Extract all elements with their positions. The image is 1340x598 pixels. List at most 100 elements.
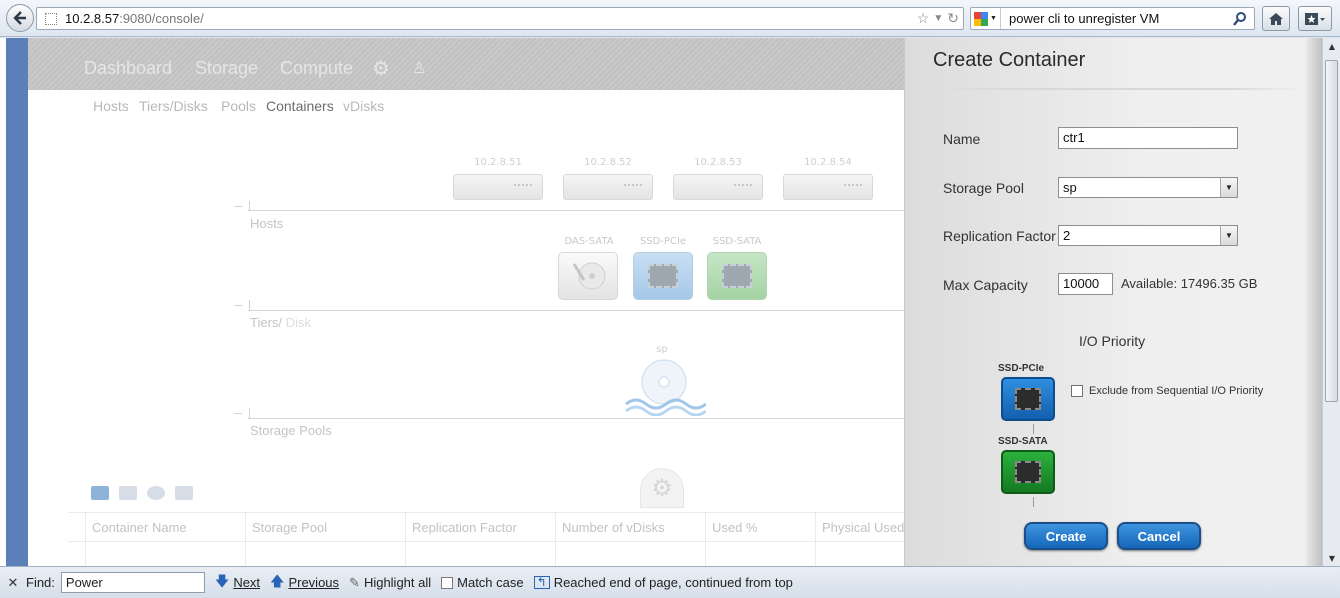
column-replication-factor[interactable]: Replication Factor xyxy=(405,513,555,566)
exclude-checkbox[interactable] xyxy=(1071,385,1083,397)
host-ip-label: 10.2.8.52 xyxy=(584,157,632,168)
io-priority-title: I/O Priority xyxy=(1079,333,1146,349)
subnav-pools[interactable]: Pools xyxy=(221,98,256,114)
back-button[interactable] xyxy=(6,4,34,32)
tiers-prefix: Tiers/ xyxy=(250,315,283,330)
dialog-shadow-edge xyxy=(1306,38,1322,566)
scroll-down-icon[interactable]: ▼ xyxy=(1323,550,1340,566)
tier-ssd-pcie-label: SSD-PCIe xyxy=(998,363,1045,374)
url-bar[interactable]: 10.2.8.57:9080/console/ ☆ ▼ ↻ xyxy=(36,7,964,30)
section-tick xyxy=(234,413,242,414)
browser-toolbar: 10.2.8.57:9080/console/ ☆ ▼ ↻ ▼ power cl… xyxy=(0,0,1340,37)
server-icon[interactable] xyxy=(563,174,653,200)
host-ip-label: 10.2.8.53 xyxy=(694,157,742,168)
grid-view-icon[interactable] xyxy=(91,486,109,500)
find-previous-button[interactable]: 🡅 Previous xyxy=(270,571,339,595)
storage-pool-select[interactable]: sp ▼ xyxy=(1058,177,1238,198)
highlighter-icon: ✎ xyxy=(349,574,360,590)
column-container-name[interactable]: Container Name xyxy=(85,513,245,566)
cancel-button[interactable]: Cancel xyxy=(1117,522,1201,550)
ssd-sata-icon[interactable] xyxy=(1001,450,1055,494)
settings-gear-icon[interactable]: ⚙ xyxy=(372,56,390,81)
dropdown-icon[interactable]: ▼ xyxy=(933,10,943,28)
search-bar[interactable]: ▼ power cli to unregister VM xyxy=(970,7,1255,30)
match-case-checkbox[interactable] xyxy=(441,576,454,589)
scroll-thumb[interactable] xyxy=(1325,60,1338,402)
pie-view-icon[interactable] xyxy=(147,486,165,500)
scroll-up-icon[interactable]: ▲ xyxy=(1323,38,1340,54)
arrow-up-icon: 🡅 xyxy=(270,572,285,589)
tier-ssd-sata-label: SSD-SATA xyxy=(998,436,1048,447)
section-divider xyxy=(248,210,904,211)
chevron-down-icon[interactable]: ▼ xyxy=(1220,226,1237,245)
replication-factor-label: Replication Factor xyxy=(943,228,1056,244)
section-tick xyxy=(249,300,250,310)
server-icon[interactable] xyxy=(453,174,543,200)
chevron-down-icon[interactable]: ▼ xyxy=(1220,178,1237,197)
reload-icon[interactable]: ↻ xyxy=(947,10,959,28)
containers-table-header: Container Name Storage Pool Replication … xyxy=(68,512,904,566)
storage-pool-value: sp xyxy=(1063,180,1077,195)
find-input[interactable]: Power xyxy=(60,572,205,593)
bookmark-star-icon[interactable]: ☆ xyxy=(917,10,930,28)
search-input[interactable]: power cli to unregister VM xyxy=(1009,11,1232,26)
name-label: Name xyxy=(943,131,981,147)
pool-name-label: sp xyxy=(656,344,668,355)
find-previous-label: Previous xyxy=(288,575,340,590)
close-icon[interactable]: ✕ xyxy=(0,575,26,591)
create-button[interactable]: Create xyxy=(1024,522,1108,550)
hard-disk-icon[interactable] xyxy=(558,252,618,300)
subnav-vdisks[interactable]: vDisks xyxy=(343,98,384,114)
find-next-label: Next xyxy=(233,575,261,590)
bookmarks-button[interactable] xyxy=(1298,6,1332,31)
home-button[interactable] xyxy=(1262,6,1290,31)
bookmarks-icon xyxy=(1305,12,1325,25)
exclude-sequential-option[interactable]: Exclude from Sequential I/O Priority xyxy=(1071,385,1263,397)
storage-pool-label: Storage Pool xyxy=(943,180,1024,196)
nav-dashboard[interactable]: Dashboard xyxy=(84,58,172,79)
match-case-option[interactable]: Match case xyxy=(441,575,524,590)
column-number-of-vdisks[interactable]: Number of vDisks xyxy=(555,513,705,566)
tier-label: DAS-SATA xyxy=(564,236,614,247)
priority-connector xyxy=(1033,424,1034,434)
priority-connector xyxy=(1033,497,1034,507)
search-engine-icon[interactable]: ▼ xyxy=(971,8,1001,29)
column-physical-used[interactable]: Physical Used xyxy=(815,513,904,566)
subnav-hosts[interactable]: Hosts xyxy=(93,98,129,114)
server-icon[interactable] xyxy=(783,174,873,200)
max-capacity-field[interactable]: 10000 xyxy=(1058,273,1113,295)
ssd-pcie-icon[interactable] xyxy=(633,252,693,300)
subnav-tiers-disks[interactable]: Tiers/Disks xyxy=(139,98,208,114)
section-tick xyxy=(234,206,242,207)
column-used-percent[interactable]: Used % xyxy=(705,513,815,566)
find-label: Find: xyxy=(26,575,55,590)
nav-compute[interactable]: Compute xyxy=(280,58,353,79)
section-pools-label: Storage Pools xyxy=(250,423,332,438)
subnav-containers[interactable]: Containers xyxy=(266,98,334,114)
disk-view-icon[interactable] xyxy=(175,486,193,500)
user-icon[interactable]: ♙ xyxy=(412,58,426,78)
replication-factor-select[interactable]: 2 ▼ xyxy=(1058,225,1238,246)
arrow-down-icon: 🡇 xyxy=(214,572,230,589)
name-field[interactable]: ctr1 xyxy=(1058,127,1238,149)
highlight-all-label: Highlight all xyxy=(363,575,432,590)
server-icon[interactable] xyxy=(673,174,763,200)
ssd-pcie-icon[interactable] xyxy=(1001,377,1055,421)
find-next-button[interactable]: 🡇 Next xyxy=(215,571,260,595)
gear-icon[interactable]: ⚙ xyxy=(640,468,684,508)
home-icon xyxy=(1269,12,1283,25)
magnifier-icon[interactable] xyxy=(1232,11,1248,27)
vertical-scrollbar[interactable]: ▲ ▼ xyxy=(1322,38,1340,566)
ilm-view-icon[interactable] xyxy=(119,486,137,500)
highlight-all-button[interactable]: ✎ Highlight all xyxy=(349,575,431,591)
back-arrow-icon xyxy=(13,11,26,25)
create-container-dialog: Create Container Name ctr1 Storage Pool … xyxy=(904,38,1306,566)
storage-pool-icon[interactable] xyxy=(622,356,707,417)
title-divider xyxy=(933,88,1303,90)
column-storage-pool[interactable]: Storage Pool xyxy=(245,513,405,566)
left-frame-edge xyxy=(0,38,28,566)
tier-label: SSD-PCIe xyxy=(639,236,687,247)
ssd-sata-icon[interactable] xyxy=(707,252,767,300)
nav-storage[interactable]: Storage xyxy=(195,58,258,79)
url-path: :9080/console/ xyxy=(119,11,204,26)
